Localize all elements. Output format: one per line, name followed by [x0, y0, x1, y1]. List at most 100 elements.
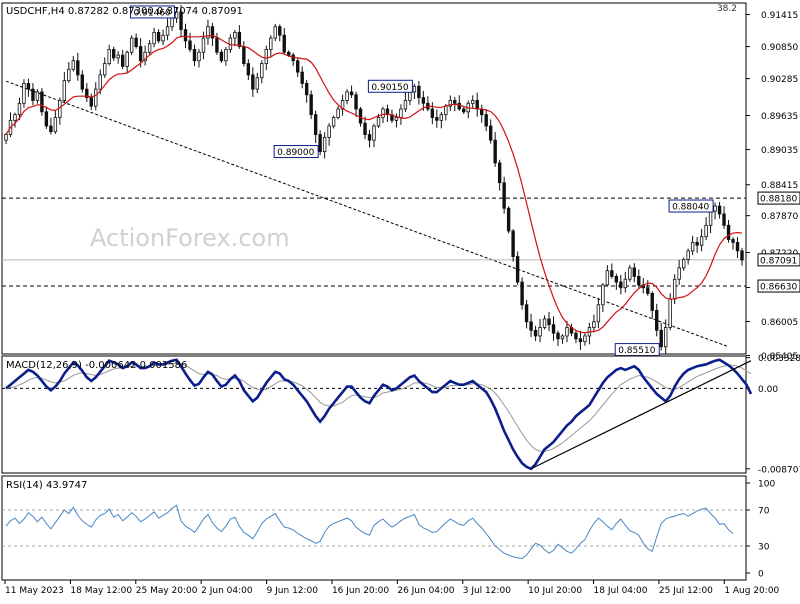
candle-body	[704, 224, 708, 238]
candle-body	[354, 94, 358, 110]
candle-body	[161, 34, 165, 42]
candle-body	[98, 74, 102, 90]
candle-body	[103, 63, 107, 76]
candle-body	[13, 114, 17, 121]
level-label: 0.88180	[760, 195, 797, 205]
candle-body	[358, 108, 363, 124]
candle-body	[233, 31, 237, 39]
rsi-tick-label: 30	[758, 543, 770, 553]
annotation-label: 0.85510	[618, 346, 655, 356]
rsi-tick-label: 100	[758, 480, 775, 490]
candle-body	[408, 91, 412, 101]
rsi-tick-label: 0	[758, 570, 764, 580]
candle-body	[610, 270, 614, 277]
candle-body	[538, 327, 542, 337]
candle-body	[484, 114, 488, 127]
x-tick-label: 11 May 2023	[5, 586, 64, 596]
candle-body	[524, 304, 529, 323]
candle-body	[542, 318, 547, 328]
rsi-panel: 100 70 30 0 RSI(14) 43.9747	[1, 475, 775, 581]
candle-body	[435, 117, 439, 121]
candle-body	[273, 26, 277, 39]
candle-body	[322, 136, 327, 152]
candle-body	[242, 46, 246, 64]
x-tick-label: 10 Jul 20:00	[528, 586, 582, 596]
level-label: 0.86630	[760, 283, 797, 293]
candle-body	[556, 332, 560, 340]
price-tick-label: 0.86005	[761, 318, 798, 328]
candle-body	[601, 284, 605, 306]
x-tick-label: 16 Jun 20:00	[332, 586, 389, 596]
price-tick-label: 0.87870	[761, 212, 798, 222]
candle-body	[313, 114, 318, 135]
candle-body	[520, 281, 524, 306]
candle-body	[80, 74, 84, 90]
candle-body	[650, 293, 654, 311]
candle-body	[376, 117, 381, 127]
candle-body	[394, 117, 399, 121]
rsi-tick-label: 70	[758, 507, 770, 517]
candle-body	[708, 210, 713, 226]
candle-body	[349, 91, 354, 96]
candle-body	[264, 48, 268, 64]
x-tick-label: 1 Aug 20:00	[724, 586, 779, 596]
candle-body	[722, 213, 726, 226]
candle-body	[628, 267, 632, 280]
candle-body	[152, 31, 156, 45]
candle-body	[53, 117, 58, 133]
candle-body	[367, 134, 372, 141]
annotation-label: 0.90150	[371, 83, 408, 93]
candle-body	[255, 77, 260, 90]
macd-tick-label: -0.008707	[758, 465, 800, 475]
candle-body	[592, 321, 596, 328]
candle-body	[345, 91, 349, 101]
candle-body	[686, 250, 690, 260]
candle-body	[219, 51, 224, 62]
annotation-label: 0.88040	[672, 203, 709, 213]
candle-body	[740, 250, 744, 261]
macd-tick-label: 0.003328	[758, 354, 800, 364]
candle-body	[107, 48, 111, 64]
candle-body	[619, 281, 623, 289]
macd-panel: 0.003328 0.00 -0.008707 MACD(12,26,9) -0.0…	[1, 354, 800, 475]
macd-tick-label: 0.00	[758, 385, 778, 395]
candle-body	[488, 125, 493, 141]
candle-body	[430, 108, 435, 118]
macd-title: MACD(12,26,9) -0.000642 0.001586	[6, 360, 187, 371]
price-tick-label: 0.91415	[761, 11, 798, 21]
candle-body	[192, 48, 197, 62]
candle-body	[605, 270, 610, 286]
candle-body	[31, 88, 35, 101]
candle-body	[726, 224, 731, 240]
candle-body	[215, 37, 219, 53]
candle-body	[574, 332, 578, 340]
price-tick-label: 0.88415	[761, 181, 798, 191]
candle-body	[632, 267, 636, 277]
candle-body	[188, 40, 192, 50]
candle-body	[655, 310, 659, 331]
candle-body	[246, 63, 251, 76]
candle-body	[304, 83, 309, 96]
candle-body	[381, 108, 385, 118]
candle-body	[560, 335, 565, 340]
level-label: 0.87091	[760, 256, 797, 266]
candle-body	[183, 29, 188, 42]
candle-body	[699, 236, 704, 246]
candle-body	[116, 54, 120, 59]
candle-body	[637, 275, 641, 286]
candle-body	[224, 48, 228, 62]
x-tick-label: 9 Jun 12:00	[267, 586, 319, 596]
candle-body	[331, 117, 336, 127]
chart-svg: 0.91415 0.90850 0.90285 0.89635 0.89035 0.884…	[0, 0, 800, 600]
annotation-label: 0.89000	[277, 148, 314, 158]
candle-body	[659, 329, 663, 348]
x-tick-label: 25 May 20:00	[136, 586, 198, 596]
candle-body	[506, 207, 511, 232]
candle-body	[278, 26, 282, 36]
candle-body	[71, 60, 76, 70]
candle-body	[614, 275, 619, 283]
candle-body	[363, 122, 367, 135]
candle-body	[421, 97, 426, 104]
candle-body	[76, 60, 80, 76]
candle-body	[62, 80, 67, 101]
